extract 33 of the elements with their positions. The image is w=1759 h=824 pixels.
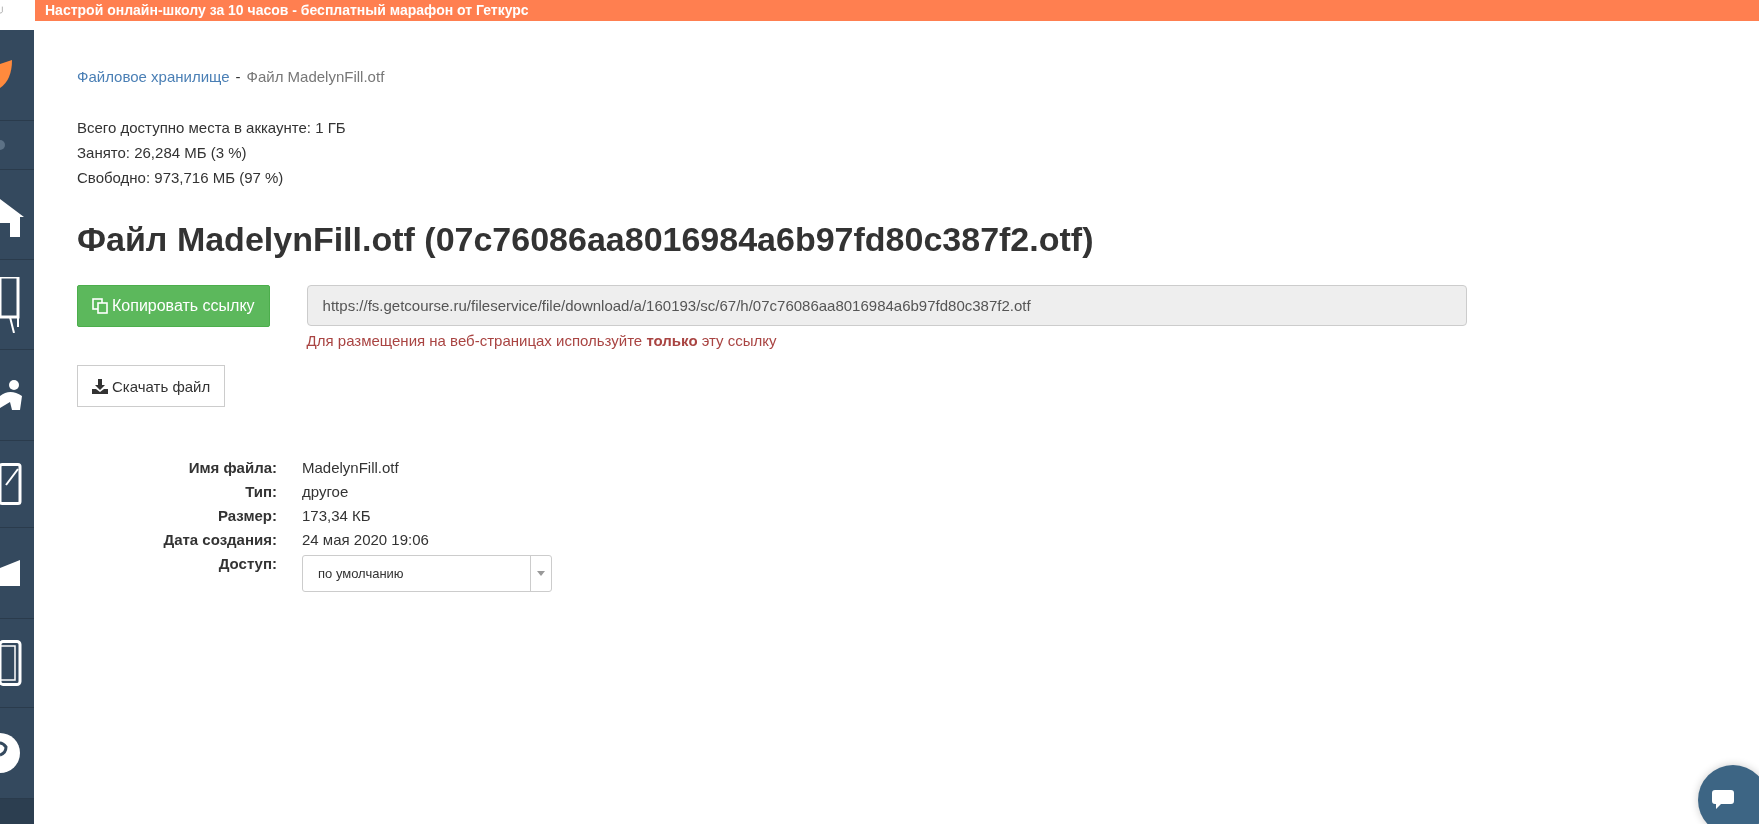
detail-label: Имя файла:	[187, 459, 277, 476]
detail-value: MadelynFill.otf	[302, 459, 400, 476]
detail-label: Тип:	[244, 483, 277, 500]
tablet-icon[interactable]	[0, 640, 22, 686]
detail-label: Доступ:	[217, 555, 277, 572]
page-title: Файл MadelynFill.otf (07c76086aa8016984a6b97fd80c387f2.otf)	[77, 220, 1095, 259]
detail-value: 24 мая 2020 19:06	[302, 531, 430, 548]
chat-button[interactable]	[1698, 765, 1759, 824]
sidebar-footer	[0, 799, 34, 824]
detail-value: другое	[302, 483, 350, 500]
breadcrumb-link[interactable]: Файловое хранилище	[77, 68, 230, 85]
detail-value: 173,34 КБ	[302, 507, 372, 524]
people-icon[interactable]	[0, 380, 22, 410]
access-select[interactable]: по умолчанию	[302, 555, 552, 592]
url-field[interactable]: https://fs.getcourse.ru/fileservice/file/download/a/160193/sc/67/h/07c76086aa8016984a6b97fd80c387f2.otf	[306, 285, 1467, 326]
breadcrumb-separator: -	[235, 68, 241, 85]
chat-icon	[1712, 790, 1734, 810]
storage-info: Свободно: 973,716 МБ (97 %)	[77, 168, 285, 188]
envelope-icon[interactable]	[0, 560, 20, 586]
download-icon	[92, 378, 108, 394]
hint-text: Для размещения на веб-страницах используйте только эту ссылку	[306, 332, 778, 349]
easel-icon[interactable]	[0, 276, 20, 333]
storage-info: Занято: 26,284 МБ (3 %)	[77, 143, 248, 163]
detail-label: Размер:	[217, 507, 277, 524]
download-button[interactable]: Скачать файл	[77, 365, 226, 407]
detail-label: Дата создания:	[162, 531, 277, 548]
logo-icon[interactable]	[0, 60, 12, 90]
copy-icon	[92, 298, 108, 314]
caret-icon	[537, 571, 545, 576]
breadcrumb-current: Файл MadelynFill.otf	[246, 68, 385, 85]
storage-info: Всего доступно места в аккаунте: 1 ГБ	[77, 118, 347, 138]
checkbox-icon[interactable]	[0, 463, 22, 505]
help-icon[interactable]	[0, 733, 22, 773]
